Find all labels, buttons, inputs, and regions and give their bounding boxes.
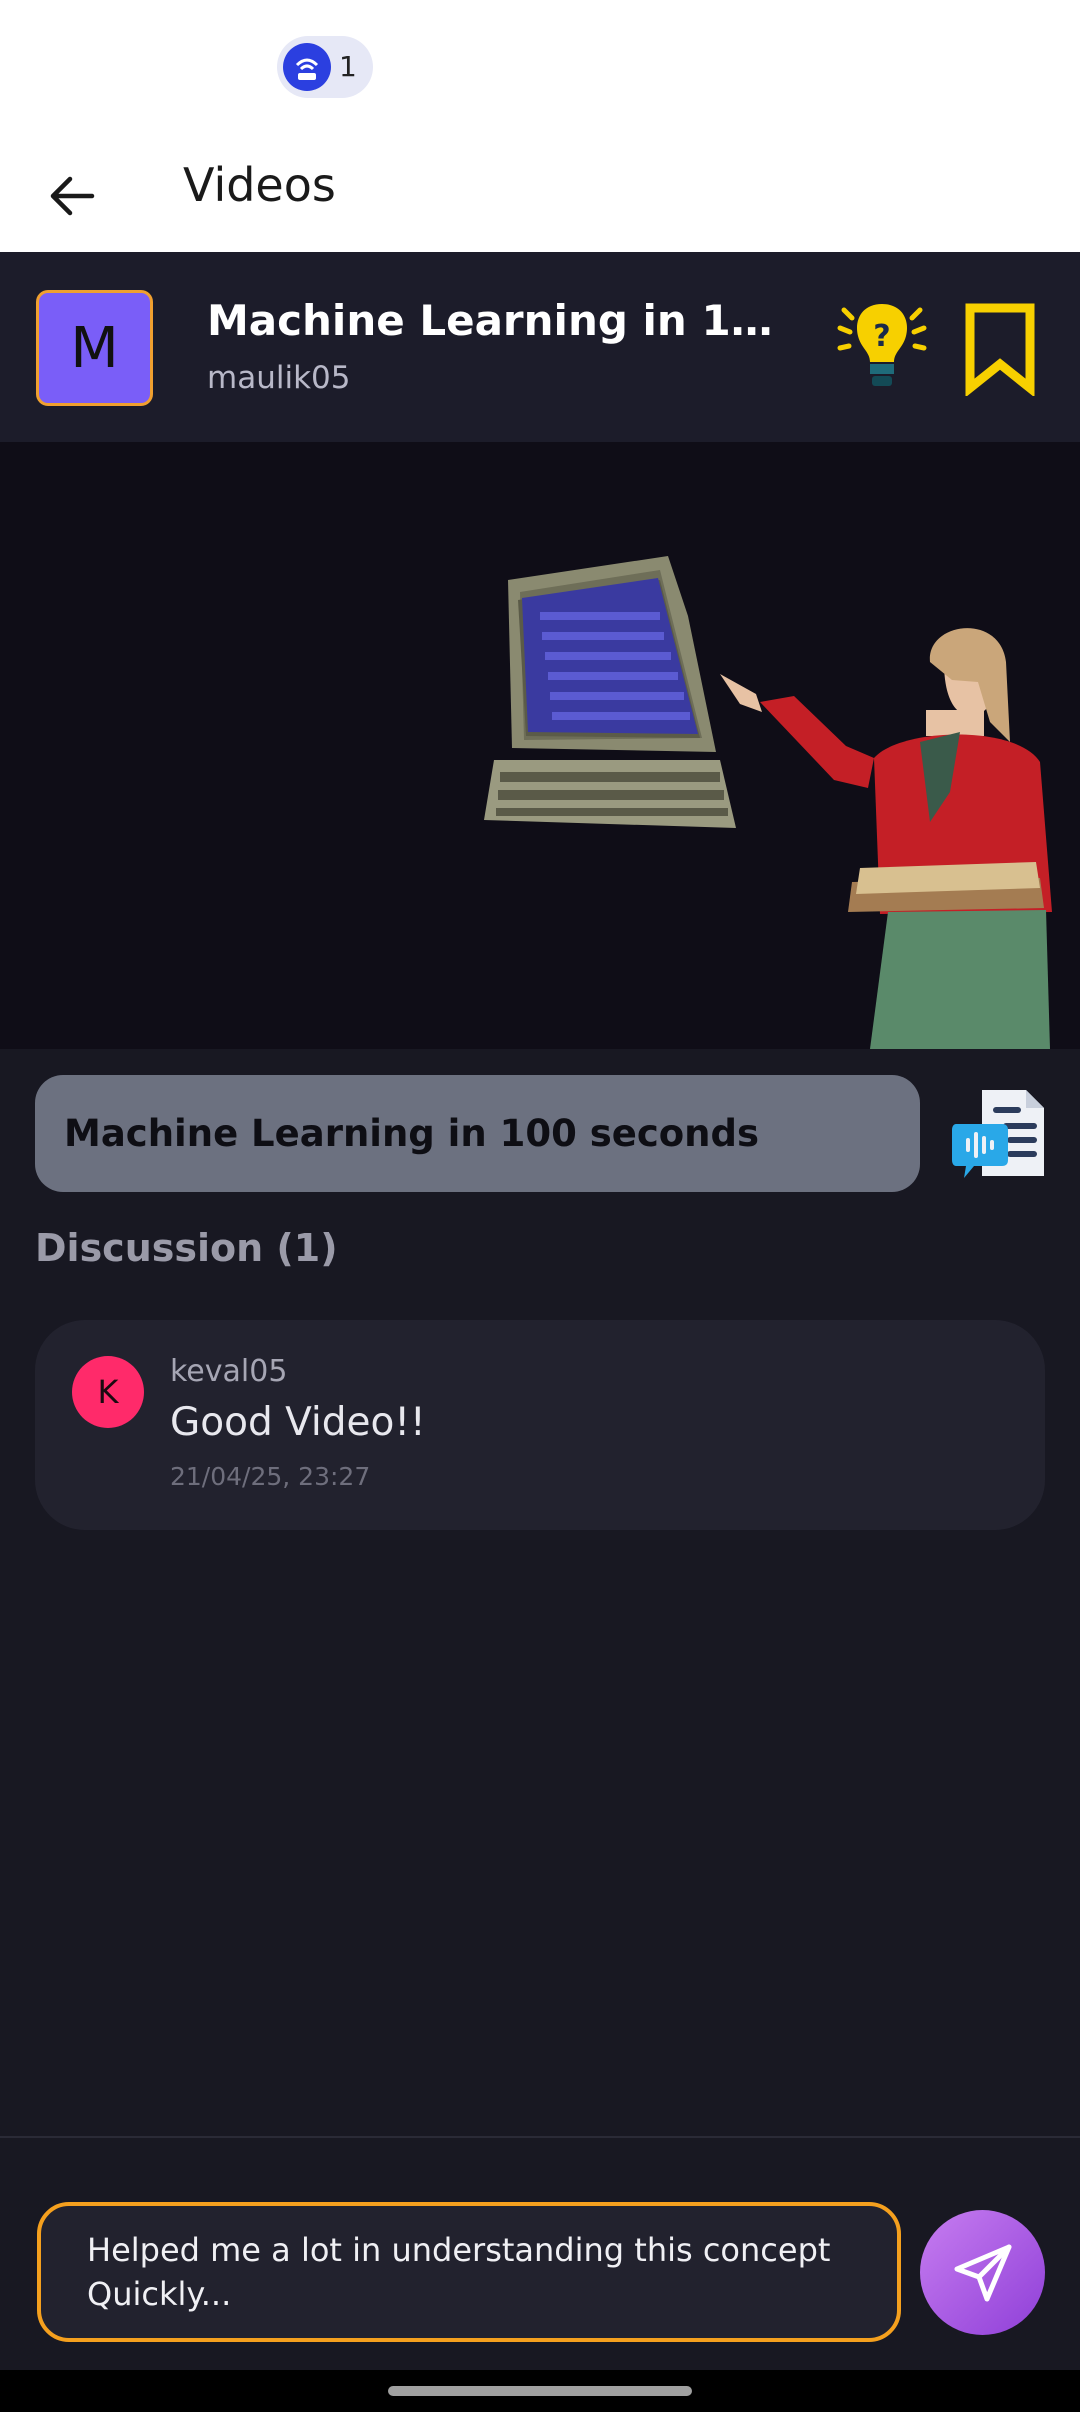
transcript-button[interactable] bbox=[952, 1084, 1046, 1182]
hotspot-count: 1 bbox=[339, 50, 357, 83]
video-frame-illustration bbox=[484, 556, 1052, 1049]
comment-text: Good Video!! bbox=[170, 1400, 426, 1445]
comment-username[interactable]: keval05 bbox=[170, 1354, 287, 1389]
comment-avatar-letter: K bbox=[97, 1373, 119, 1411]
video-player[interactable] bbox=[0, 442, 1080, 1049]
video-title: Machine Learning in 100 seconds bbox=[207, 296, 797, 345]
bookmark-icon bbox=[965, 303, 1035, 398]
video-title-label: Machine Learning in 100 seconds bbox=[64, 1112, 760, 1155]
wifi-hotspot-icon bbox=[283, 43, 331, 91]
page-title: Videos bbox=[183, 158, 336, 212]
home-gesture-handle[interactable] bbox=[388, 2386, 692, 2396]
discussion-heading: Discussion (1) bbox=[35, 1226, 338, 1270]
status-bar: 1 bbox=[0, 0, 1080, 140]
arrow-left-icon bbox=[50, 176, 95, 216]
comment-input[interactable]: Helped me a lot in understanding this co… bbox=[37, 2202, 901, 2342]
quiz-button[interactable]: ? bbox=[834, 298, 930, 398]
system-nav-bar bbox=[0, 2370, 1080, 2412]
comment-card: K keval05 Good Video!! 21/04/25, 23:27 bbox=[35, 1320, 1045, 1530]
video-header: M Machine Learning in 100 seconds maulik… bbox=[0, 252, 1080, 442]
bookmark-button[interactable] bbox=[962, 302, 1038, 398]
send-icon bbox=[954, 2244, 1011, 2301]
comment-timestamp: 21/04/25, 23:27 bbox=[170, 1462, 371, 1491]
channel-avatar[interactable]: M bbox=[36, 290, 153, 406]
back-button[interactable] bbox=[36, 152, 108, 240]
app-bar: Videos bbox=[0, 140, 1080, 252]
comment-avatar[interactable]: K bbox=[72, 1356, 144, 1428]
composer-divider bbox=[0, 2136, 1080, 2138]
send-button[interactable] bbox=[920, 2210, 1045, 2335]
hotspot-indicator: 1 bbox=[277, 36, 373, 98]
svg-text:?: ? bbox=[873, 319, 890, 354]
channel-avatar-letter: M bbox=[70, 315, 119, 381]
transcript-icon bbox=[952, 1090, 1044, 1178]
video-author[interactable]: maulik05 bbox=[207, 360, 350, 396]
computer-illustration bbox=[484, 556, 736, 828]
presenter-illustration bbox=[720, 628, 1052, 1049]
lightbulb-question-icon: ? bbox=[837, 304, 927, 386]
video-title-pill: Machine Learning in 100 seconds bbox=[35, 1075, 920, 1192]
